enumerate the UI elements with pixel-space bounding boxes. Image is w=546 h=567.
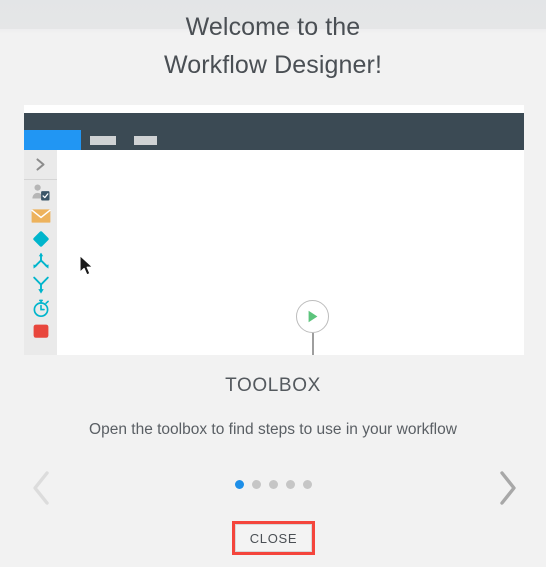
carousel-dot-5[interactable] [302, 480, 312, 489]
carousel-dot-2[interactable] [251, 480, 261, 489]
slide-title: TOOLBOX [225, 375, 321, 396]
navbar-active-tab [24, 130, 81, 150]
mail-icon [30, 208, 51, 223]
toolbox-item-merge[interactable] [24, 273, 57, 296]
chevron-right-icon [36, 158, 45, 171]
diamond-decision-icon [32, 230, 49, 247]
slide-description: Open the toolbox to find steps to use in… [89, 421, 457, 438]
page-title-line-2: Workflow Designer! [163, 51, 383, 79]
split-branch-icon [32, 252, 49, 269]
close-button-highlight: CLOSE [232, 521, 315, 555]
toolbox-item-timer[interactable] [24, 296, 57, 319]
carousel-dot-3[interactable] [268, 480, 278, 489]
carousel-dot-4[interactable] [285, 480, 295, 489]
timer-icon [33, 299, 49, 317]
welcome-dialog: Welcome to the Workflow Designer! TOOLBO… [0, 0, 546, 567]
stop-icon [33, 324, 48, 338]
mouse-pointer-icon [79, 255, 93, 276]
carousel-pagination [0, 480, 546, 489]
carousel-dot-1[interactable] [234, 480, 244, 489]
tour-screenshot [24, 105, 524, 355]
play-icon [308, 310, 318, 323]
app-navbar [24, 113, 524, 150]
workflow-start-node[interactable] [296, 300, 329, 333]
toolbox-toggle-button[interactable] [24, 150, 57, 180]
user-task-icon [31, 184, 49, 200]
toolbox-item-user-task[interactable] [24, 181, 57, 204]
navbar-menu-item-2 [134, 136, 157, 145]
navbar-menu-item-1 [90, 136, 116, 145]
page-title-line-1: Welcome to the [185, 13, 361, 41]
toolbox-rail [24, 150, 57, 355]
close-button[interactable]: CLOSE [235, 524, 312, 552]
workflow-connector-line [312, 333, 314, 355]
toolbox-item-stop[interactable] [24, 319, 57, 342]
toolbox-item-split[interactable] [24, 250, 57, 273]
page-title: Welcome to the Workflow Designer! [0, 8, 546, 84]
toolbox-item-decision[interactable] [24, 227, 57, 250]
merge-join-icon [32, 276, 49, 294]
toolbox-item-mail[interactable] [24, 204, 57, 227]
